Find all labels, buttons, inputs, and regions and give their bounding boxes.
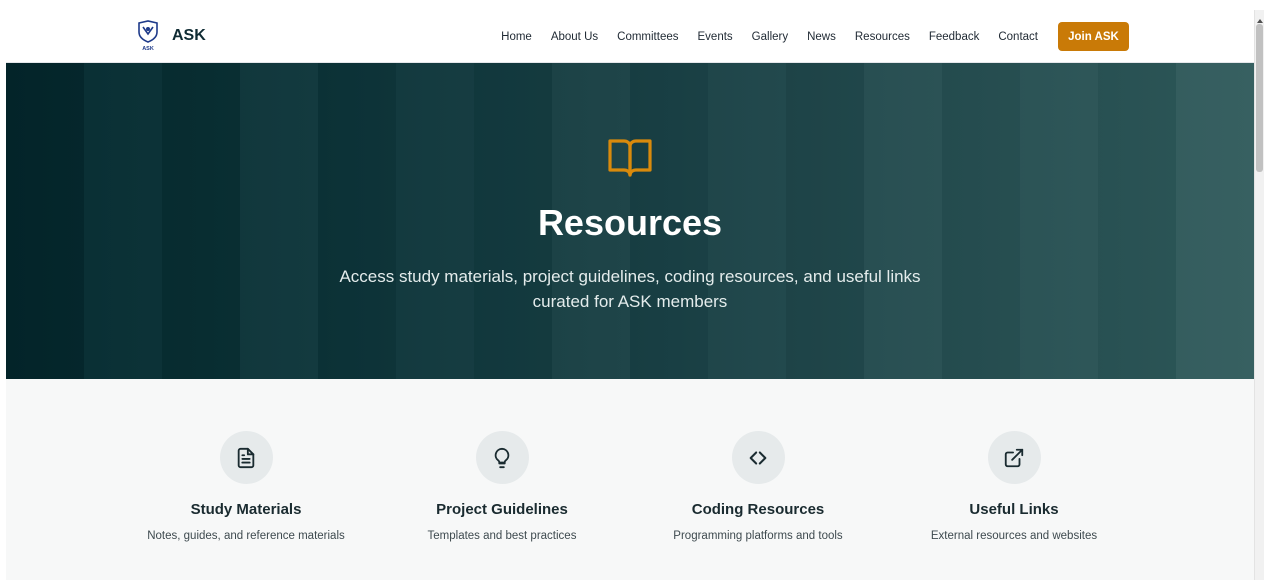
category-coding-resources[interactable]: Coding Resources Programming platforms a… [628,431,888,542]
lightbulb-icon [494,447,510,468]
category-project-guidelines[interactable]: Project Guidelines Templates and best pr… [372,431,632,542]
category-icon-circle [731,431,785,484]
nav-news[interactable]: News [807,31,836,43]
category-description: Programming platforms and tools [673,530,843,542]
nav-resources[interactable]: Resources [855,31,910,43]
vertical-scrollbar[interactable] [1254,10,1264,580]
nav-committees[interactable]: Committees [617,31,678,43]
nav-home[interactable]: Home [501,31,532,43]
page-viewport: ASK ASK Home About Us Committees Events … [6,10,1254,580]
category-title: Study Materials [190,501,302,518]
nav-about-us[interactable]: About Us [551,31,598,43]
category-description: External resources and websites [930,530,1098,542]
join-ask-button[interactable]: Join ASK [1058,22,1129,51]
hero-banner: Resources Access study materials, projec… [6,63,1254,379]
scrollbar-thumb[interactable] [1256,24,1263,172]
category-icon-circle [219,431,273,484]
main-nav: Home About Us Committees Events Gallery … [501,31,1038,43]
scroll-up-arrow-icon[interactable] [1256,12,1264,23]
book-open-icon [604,131,656,181]
category-title: Project Guidelines [436,501,568,518]
nav-contact[interactable]: Contact [998,31,1038,43]
category-icon-circle [987,431,1041,484]
category-description: Templates and best practices [427,530,577,542]
nav-events[interactable]: Events [698,31,733,43]
navbar: ASK ASK Home About Us Committees Events … [6,10,1254,63]
brand-link[interactable]: ASK ASK [135,20,206,52]
code-icon [749,450,767,465]
category-title: Coding Resources [691,501,825,518]
file-text-icon [237,447,255,468]
category-icon-circle [475,431,529,484]
category-study-materials[interactable]: Study Materials Notes, guides, and refer… [116,431,376,542]
brand-name: ASK [172,27,206,44]
resource-categories: Study Materials Notes, guides, and refer… [6,379,1254,580]
hero-subtitle: Access study materials, project guidelin… [339,267,921,311]
external-link-icon [1004,448,1024,467]
nav-gallery[interactable]: Gallery [752,31,788,43]
ask-logo-icon: ASK [135,20,161,52]
category-title: Useful Links [969,501,1059,518]
svg-text:ASK: ASK [142,46,154,52]
category-description: Notes, guides, and reference materials [147,530,345,542]
page-title: Resources [537,202,723,243]
category-useful-links[interactable]: Useful Links External resources and webs… [884,431,1144,542]
nav-feedback[interactable]: Feedback [929,31,980,43]
